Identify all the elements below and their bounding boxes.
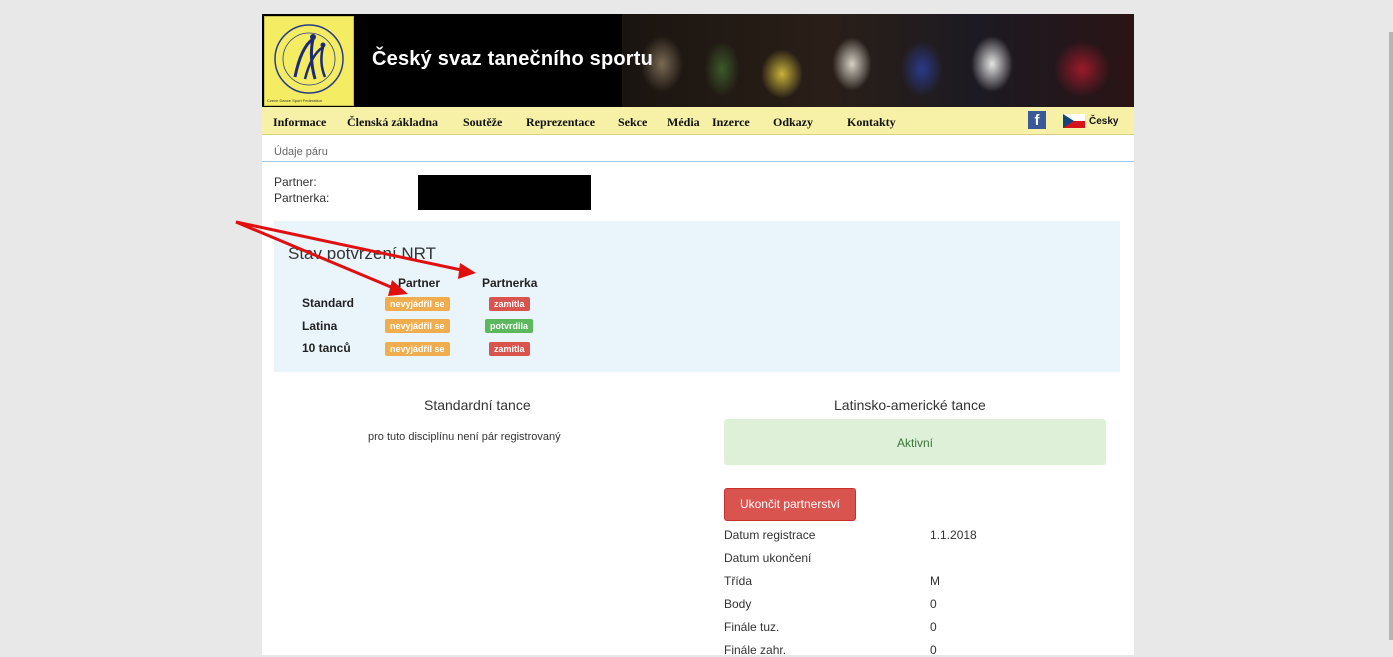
nav-item-odkazy[interactable]: Odkazy	[773, 115, 813, 130]
nav-item-media[interactable]: Média	[667, 115, 700, 130]
federation-logo[interactable]: Czech Dance Sport Federation	[264, 16, 354, 106]
banner-photo-strip	[622, 14, 1134, 107]
detail-label-end-date: Datum ukončení	[724, 551, 812, 565]
page-container: Czech Dance Sport Federation Český svaz …	[262, 14, 1134, 657]
nrt-col-partner: Partner	[398, 276, 441, 290]
end-partnership-button[interactable]: Ukončit partnerství	[724, 488, 856, 521]
scrollbar-thumb[interactable]	[1389, 32, 1393, 640]
detail-value-class: M	[930, 574, 940, 588]
nav-item-inzerce[interactable]: Inzerce	[712, 115, 750, 130]
nrt-col-partnerka: Partnerka	[482, 276, 538, 290]
breadcrumb-divider	[262, 161, 1134, 162]
site-banner: Czech Dance Sport Federation Český svaz …	[262, 14, 1134, 107]
nav-item-kontakty[interactable]: Kontakty	[847, 115, 896, 130]
main-nav: Informace Členská základna Soutěže Repre…	[262, 107, 1134, 135]
detail-label-points: Body	[724, 597, 752, 611]
nav-item-reprezentace[interactable]: Reprezentace	[526, 115, 595, 130]
redacted-names	[418, 175, 591, 210]
detail-label-class: Třída	[724, 574, 753, 588]
nrt-latina-partner-badge: nevyjádřil se	[385, 319, 450, 333]
nrt-row-10tancu-label: 10 tanců	[302, 341, 351, 355]
language-selector[interactable]: Česky	[1089, 116, 1118, 127]
latin-section-title: Latinsko-americké tance	[834, 397, 986, 413]
nav-item-sekce[interactable]: Sekce	[618, 115, 647, 130]
nrt-standard-partner-badge: nevyjádřil se	[385, 297, 450, 311]
standard-section-title: Standardní tance	[424, 397, 531, 413]
detail-value-points: 0	[930, 597, 937, 611]
nrt-row-latina-label: Latina	[302, 319, 338, 333]
site-title[interactable]: Český svaz tanečního sportu	[372, 48, 653, 71]
czech-flag-icon[interactable]	[1063, 114, 1085, 128]
nrt-row-standard-label: Standard	[302, 296, 355, 310]
detail-label-final-domestic: Finále tuz.	[724, 620, 780, 634]
detail-label-registration-date: Datum registrace	[724, 528, 816, 542]
nav-item-clenska-zakladna[interactable]: Členská základna	[347, 115, 438, 130]
detail-value-final-domestic: 0	[930, 620, 937, 634]
facebook-icon[interactable]: f	[1028, 111, 1046, 129]
logo-caption: Czech Dance Sport Federation	[267, 98, 322, 103]
partnerka-label: Partnerka:	[274, 191, 330, 205]
nrt-10tancu-partner-badge: nevyjádřil se	[385, 342, 450, 356]
nav-item-informace[interactable]: Informace	[273, 115, 326, 130]
detail-value-registration-date: 1.1.2018	[930, 528, 977, 542]
partner-label: Partner:	[274, 175, 317, 189]
nrt-status-panel: Stav potvrzení NRT Partner Partnerka Sta…	[274, 221, 1120, 372]
nrt-standard-partnerka-badge: zamítla	[489, 297, 530, 311]
breadcrumb: Údaje páru	[274, 146, 328, 158]
standard-not-registered-note: pro tuto disciplínu není pár registrovan…	[368, 431, 561, 443]
latin-status-text: Aktivní	[896, 436, 933, 450]
nrt-10tancu-partnerka-badge: zamítla	[489, 342, 530, 356]
nrt-title: Stav potvrzení NRT	[288, 244, 437, 263]
latin-status-box: Aktivní	[724, 419, 1106, 465]
nav-item-souteze[interactable]: Soutěže	[463, 115, 502, 130]
nrt-latina-partnerka-badge: potvrdila	[485, 319, 534, 333]
